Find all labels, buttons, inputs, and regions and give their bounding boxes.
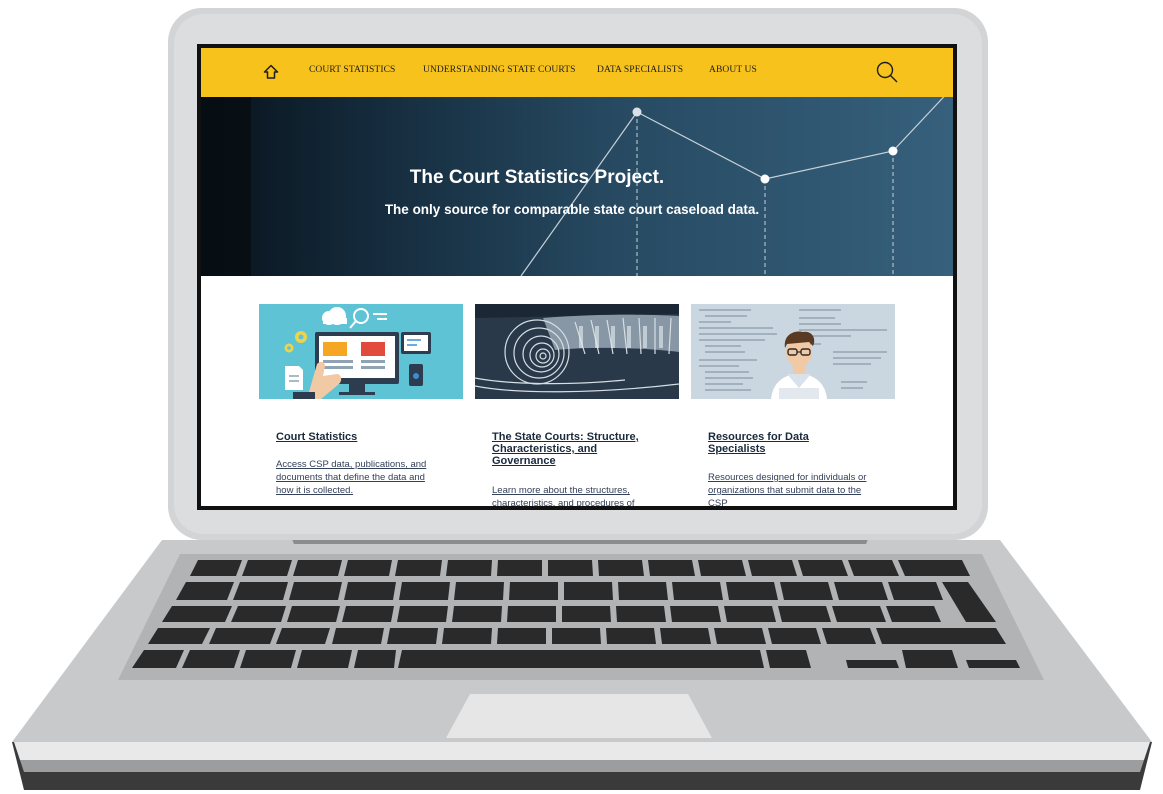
hero-title: The Court Statistics Project. — [409, 167, 665, 188]
search-icon[interactable] — [875, 60, 899, 84]
nav-data-specialists[interactable]: DATA SPECIALISTS — [597, 65, 683, 75]
hero-subtitle: The only source for comparable state cou… — [384, 202, 760, 217]
card-title-data-specialists[interactable]: Resources for Data Specialists — [708, 431, 858, 455]
browser-screen: COURT STATISTICS UNDERSTANDING STATE COU… — [201, 48, 953, 506]
card-description-court-statistics[interactable]: Access CSP data, publications, and docum… — [276, 458, 444, 497]
nav-court-statistics[interactable]: COURT STATISTICS — [309, 65, 395, 75]
card-title-court-statistics[interactable]: Court Statistics — [276, 431, 446, 443]
home-icon[interactable] — [263, 64, 279, 80]
card-description-data-specialists[interactable]: Resources designed for individuals or or… — [708, 471, 882, 506]
hero-banner: The Court Statistics Project. The only s… — [201, 97, 953, 276]
card-description-state-courts[interactable]: Learn more about the structures, charact… — [492, 484, 656, 506]
data-specialists-code-image[interactable] — [691, 304, 895, 399]
card-title-state-courts[interactable]: The State Courts: Structure, Characteris… — [492, 431, 662, 467]
nav-understanding-state-courts[interactable]: UNDERSTANDING STATE COURTS — [423, 65, 576, 75]
top-navigation-bar: COURT STATISTICS UNDERSTANDING STATE COU… — [201, 48, 953, 97]
nav-about-us[interactable]: ABOUT US — [709, 65, 757, 75]
state-courts-column-image[interactable] — [475, 304, 679, 399]
court-statistics-image[interactable] — [259, 304, 463, 399]
